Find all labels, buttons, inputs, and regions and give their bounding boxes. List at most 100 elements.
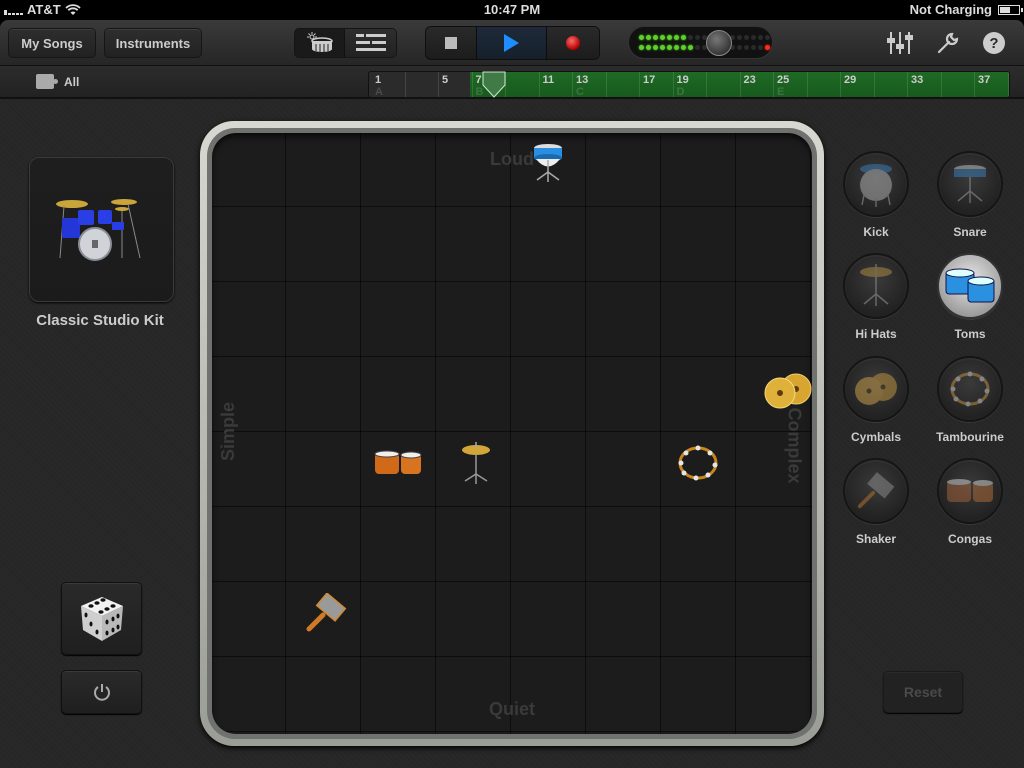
instrument-kick[interactable]: Kick (831, 151, 921, 239)
settings-wrench-icon (937, 32, 959, 54)
hi-hats-puck[interactable] (460, 440, 492, 486)
meter-row-right (639, 45, 770, 50)
charging-status: Not Charging (909, 2, 992, 17)
kick-button[interactable] (843, 151, 909, 217)
record-button[interactable] (546, 27, 599, 59)
congas-button[interactable] (937, 458, 1003, 524)
cymbals-label: Cymbals (850, 430, 902, 444)
ruler-tick (773, 72, 774, 97)
level-meter (628, 26, 773, 59)
record-icon (565, 36, 580, 50)
bar-number: 37 (978, 74, 991, 86)
snare-drum-icon (954, 165, 986, 203)
snare-drum-icon (534, 144, 562, 182)
shaker-puck[interactable] (305, 593, 347, 633)
drum-kit-selector[interactable] (29, 157, 174, 302)
shaker-icon (857, 472, 895, 509)
hi-hats-label: Hi Hats (855, 327, 897, 341)
congas-icon (374, 450, 422, 474)
shaker-icon (306, 593, 347, 632)
quiet-label: Quiet (488, 699, 535, 719)
congas-label: Congas (947, 532, 992, 546)
tambourine-label: Tambourine (936, 430, 1004, 444)
volume-knob[interactable] (706, 30, 732, 56)
xy-pad[interactable]: Loud Quiet Simple Complex (212, 133, 812, 734)
section-marker: C (576, 86, 584, 98)
stop-button[interactable] (426, 27, 478, 59)
ruler-tick (840, 72, 841, 97)
ruler-tick (974, 72, 975, 97)
randomize-dice-icon (80, 596, 123, 641)
cymbals-icon (855, 373, 897, 405)
ruler-tick (605, 72, 607, 97)
drum-kit-icon (55, 199, 140, 261)
power-icon (93, 684, 110, 701)
bar-number: 11 (542, 74, 555, 86)
bar-number: 23 (743, 74, 756, 86)
kick-drum-icon (860, 164, 892, 207)
mixer-button[interactable] (887, 30, 913, 56)
snare-puck[interactable] (531, 142, 565, 184)
play-icon (504, 34, 519, 52)
instrument-hi-hats[interactable]: Hi Hats (831, 253, 921, 341)
ruler-tick (940, 72, 942, 97)
status-bar: AT&T 10:47 PM Not Charging (0, 0, 1024, 20)
congas-icon (947, 479, 993, 502)
stop-icon (445, 37, 458, 49)
help-button[interactable]: ? (981, 30, 1007, 56)
bar-number: 1 (375, 74, 382, 86)
cymbals-puck[interactable] (762, 373, 812, 409)
ruler-tick (471, 72, 473, 97)
xy-pad-bezel: Loud Quiet Simple Complex (207, 128, 817, 739)
playhead[interactable] (481, 71, 507, 98)
snare-button[interactable] (937, 151, 1003, 217)
cymbals-button[interactable] (843, 356, 909, 422)
battery-level (1000, 6, 1010, 13)
drummer-view-button[interactable] (295, 29, 346, 57)
ruler-tick (739, 72, 741, 97)
bar-number: 17 (643, 74, 656, 86)
help-icon: ? (983, 32, 1005, 54)
ruler-tick (1007, 72, 1009, 97)
timeline-ruler[interactable]: 1 5 7 11 13 17 19 23 25 29 33 37 A B C D E (368, 71, 1010, 98)
congas-puck[interactable] (374, 450, 422, 476)
instrument-congas[interactable]: Congas (925, 458, 1015, 546)
tambourine-puck[interactable] (676, 443, 720, 483)
bar-number: 29 (844, 74, 857, 86)
tracks-view-button[interactable] (345, 29, 396, 57)
instrument-shaker[interactable]: Shaker (831, 458, 921, 546)
mixer-icon (887, 32, 913, 54)
play-button[interactable] (477, 27, 547, 59)
shaker-label: Shaker (855, 532, 897, 546)
instrument-snare[interactable]: Snare (925, 151, 1015, 239)
toms-button[interactable] (937, 253, 1003, 319)
kit-name: Classic Studio Kit (36, 312, 164, 329)
view-toggle (294, 28, 397, 58)
settings-button[interactable] (935, 30, 961, 56)
bar-number: 25 (777, 74, 790, 86)
bar-number: 19 (676, 74, 689, 86)
instruments-button[interactable]: Instruments (104, 28, 202, 58)
loud-label: Loud (490, 149, 534, 169)
wifi-icon (65, 3, 81, 15)
instrument-toms[interactable]: Toms (925, 253, 1015, 341)
section-marker: D (676, 86, 685, 98)
section-filter-label: All (64, 74, 80, 89)
bar-number: 5 (442, 74, 449, 86)
ruler-tick (672, 72, 674, 97)
instrument-tambourine[interactable]: Tambourine (925, 356, 1015, 444)
instrument-cymbals[interactable]: Cymbals (831, 356, 921, 444)
section-marker: E (777, 86, 785, 98)
randomize-button[interactable] (61, 582, 142, 655)
power-button[interactable] (61, 670, 142, 714)
tambourine-icon (678, 445, 718, 481)
tambourine-button[interactable] (937, 356, 1003, 422)
my-songs-button[interactable]: My Songs (8, 28, 96, 58)
tracks-view-icon (355, 34, 386, 51)
shaker-button[interactable] (843, 458, 909, 524)
complex-label: Complex (784, 407, 805, 484)
reset-button[interactable]: Reset (883, 671, 963, 713)
battery-status: Not Charging (909, 2, 1023, 17)
hi-hats-button[interactable] (843, 253, 909, 319)
section-filter[interactable]: All (36, 74, 79, 89)
